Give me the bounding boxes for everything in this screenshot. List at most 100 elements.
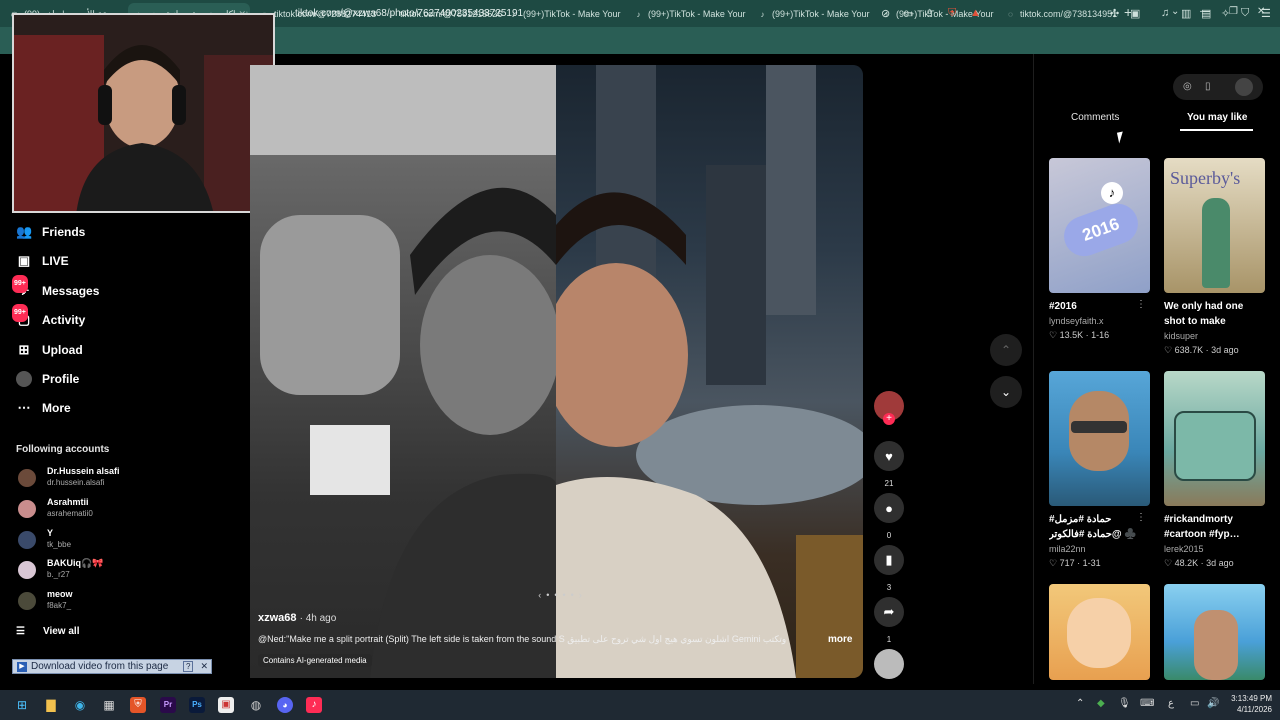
follow-plus-icon[interactable]: + xyxy=(883,413,895,425)
page-dot[interactable]: • xyxy=(571,590,574,600)
sidebar-icon[interactable]: ▥ xyxy=(1181,7,1191,20)
browser-tab[interactable]: ♪ (99+)TikTok - Make Your … xyxy=(628,3,749,25)
sidebar-item-more[interactable]: ⋯ More xyxy=(16,398,71,418)
tiktok-icon[interactable]: ♪ xyxy=(306,697,322,713)
page-dot[interactable]: • xyxy=(554,590,557,600)
page-dot[interactable]: • xyxy=(563,590,566,600)
network-icon[interactable]: ▭ xyxy=(1190,698,1199,709)
discord-icon[interactable]: ◕ xyxy=(277,697,293,713)
comment-button[interactable]: ● 0 xyxy=(874,493,904,540)
sidebar-item-activity[interactable]: ▢99+Activity xyxy=(12,304,85,330)
no-tracking-icon[interactable]: ⊘ xyxy=(881,7,890,20)
recommended-video-card[interactable] xyxy=(1049,584,1150,680)
extensions-icon[interactable]: ✣ xyxy=(1110,7,1119,20)
screenshot-icon[interactable]: ▣ xyxy=(1130,7,1140,20)
view-all-link[interactable]: ☰ View all xyxy=(16,626,79,637)
avatar xyxy=(18,500,36,518)
profile-icon xyxy=(16,371,32,387)
page-dot[interactable]: • xyxy=(546,590,549,600)
brave-icon[interactable]: ⛨ xyxy=(130,697,146,713)
media-icon[interactable]: ♫ xyxy=(1161,7,1169,19)
url-field[interactable]: tiktok.com/@xzwa68/photo/762740023543372… xyxy=(295,8,523,19)
phone-icon[interactable]: ▯ xyxy=(1205,81,1211,92)
friends-icon: 👥 xyxy=(16,224,33,239)
following-account[interactable]: Dr.Hussein alsafi dr.hussein.alsafi xyxy=(16,465,176,491)
leo-ai-icon[interactable]: ✧ xyxy=(1221,7,1230,20)
previous-video-button[interactable]: ⌃ xyxy=(990,334,1022,366)
keyboard-icon[interactable]: ⌨ xyxy=(1140,698,1154,709)
video-right-half xyxy=(544,65,863,678)
file-explorer-icon[interactable]: ▇ xyxy=(43,697,59,713)
sidebar-item-profile[interactable]: Profile xyxy=(16,369,79,389)
next-photo-icon[interactable]: › xyxy=(579,590,582,600)
upload-icon: ⊞ xyxy=(18,342,30,357)
cast-icon[interactable]: ▭ xyxy=(903,7,913,20)
microphone-icon[interactable]: 🎙 xyxy=(1118,698,1131,709)
recommended-video-card[interactable]: #rickandmorty #cartoon #fyp… lerek2015 ♡… xyxy=(1164,371,1265,568)
more-options-icon[interactable]: ⋮ xyxy=(1136,512,1146,523)
browser-tab[interactable]: ♪ (99+)TikTok - Make Your … xyxy=(752,3,873,25)
sidebar-item-upload[interactable]: ⊞ Upload xyxy=(16,340,83,360)
recommended-video-card[interactable]: #حمادة #مزمل @حمادة #فالكوتر ♣️ #fyp🇮🇶… … xyxy=(1049,371,1150,568)
recommended-video-card[interactable]: Superby's We only had one shot to make t… xyxy=(1164,158,1265,355)
vpn-icon[interactable]: ⛉ xyxy=(1241,7,1249,20)
user-avatar[interactable] xyxy=(1235,78,1253,96)
brave-shield-icon[interactable]: ⛨ xyxy=(948,7,956,20)
maximize-icon[interactable]: ❐ xyxy=(1229,6,1238,17)
following-account[interactable]: meow f8ak7_ xyxy=(16,588,176,614)
browser-tab[interactable]: ◌tiktok.com/@7381349513… xyxy=(1000,3,1118,25)
tab-you-may-like[interactable]: You may like xyxy=(1187,112,1247,123)
play-icon: ▶ xyxy=(17,661,27,672)
sidebar-item-friends[interactable]: 👥 Friends xyxy=(16,222,85,242)
app-icon[interactable]: ▣ xyxy=(218,697,234,713)
avatar xyxy=(18,592,36,610)
sidebar-item-messages[interactable]: ✈99+Messages xyxy=(12,275,99,301)
more-button[interactable]: more xyxy=(828,634,852,645)
prev-photo-icon[interactable]: ‹ xyxy=(538,590,541,600)
game-controller-icon[interactable]: ◍ xyxy=(248,697,264,713)
windows-start-icon[interactable]: ⊞ xyxy=(14,697,30,713)
share-icon[interactable]: ⇪ xyxy=(925,7,934,20)
close-icon[interactable]: ✕ xyxy=(197,661,211,672)
sidebar-item-live[interactable]: ▣ LIVE xyxy=(16,251,69,271)
notification-badge: 99+ xyxy=(12,304,28,322)
more-options-icon[interactable]: ⋮ xyxy=(1136,299,1146,310)
video-author[interactable]: xzwa68 xyxy=(258,612,297,624)
following-account[interactable]: Ytk_bbe xyxy=(16,527,176,553)
next-video-button[interactable]: ⌄ xyxy=(990,376,1022,408)
help-icon[interactable]: ? xyxy=(183,661,194,672)
tab-search-icon[interactable]: ⌄ xyxy=(1171,6,1179,17)
store-icon[interactable]: ▦ xyxy=(101,697,117,713)
active-tab-underline xyxy=(1180,129,1253,131)
wallet-icon[interactable]: ▤ xyxy=(1201,7,1211,20)
chevron-up-icon[interactable]: ⌃ xyxy=(1076,698,1084,709)
tiktok-icon: ♪ xyxy=(636,9,641,19)
like-button[interactable]: ♥ 21 xyxy=(874,441,904,488)
menu-icon[interactable]: ☰ xyxy=(1261,7,1271,20)
tray-app-icon[interactable]: ◆ xyxy=(1097,698,1105,709)
premiere-icon[interactable]: Pr xyxy=(160,697,176,713)
following-account[interactable]: BAKUiq🎧🎀 b._r27 xyxy=(16,557,176,583)
following-account[interactable]: Asrahmtii asrahematii0 xyxy=(16,496,176,522)
taskbar-clock[interactable]: 3:13:49 PM 4/11/2026 xyxy=(1222,693,1272,715)
video-player[interactable] xyxy=(250,65,863,678)
brand-text: Superby's xyxy=(1170,168,1241,188)
photoshop-icon[interactable]: Ps xyxy=(189,697,205,713)
brave-rewards-icon[interactable]: ▲ xyxy=(970,7,981,19)
edge-icon[interactable]: ◉ xyxy=(72,697,88,713)
save-button[interactable]: ▮ 3 xyxy=(874,545,904,592)
compass-icon[interactable]: ◎ xyxy=(1183,81,1192,92)
recommended-video-card[interactable] xyxy=(1164,584,1265,680)
tab-comments[interactable]: Comments xyxy=(1071,112,1119,123)
share-button[interactable]: ➦ 1 xyxy=(874,597,904,644)
sound-disc-button[interactable] xyxy=(874,649,904,679)
heart-outline-icon: ♡ xyxy=(1164,558,1173,568)
language-indicator[interactable]: ع xyxy=(1168,698,1174,709)
creator-avatar-button[interactable]: + xyxy=(874,391,904,425)
photo-pagination[interactable]: ‹ • • • • › xyxy=(510,589,610,601)
volume-icon[interactable]: 🔊 xyxy=(1207,698,1219,709)
download-video-bar[interactable]: ▶ Download video from this page? ✕ xyxy=(12,659,212,674)
recommended-video-card[interactable]: 2016 ♪ #2016 ⋮ lyndseyfaith.x ♡ 13.5K · … xyxy=(1049,158,1150,340)
video-author-line[interactable]: xzwa68 · 4h ago xyxy=(258,612,336,624)
chevron-up-icon: ⌃ xyxy=(1000,343,1012,357)
